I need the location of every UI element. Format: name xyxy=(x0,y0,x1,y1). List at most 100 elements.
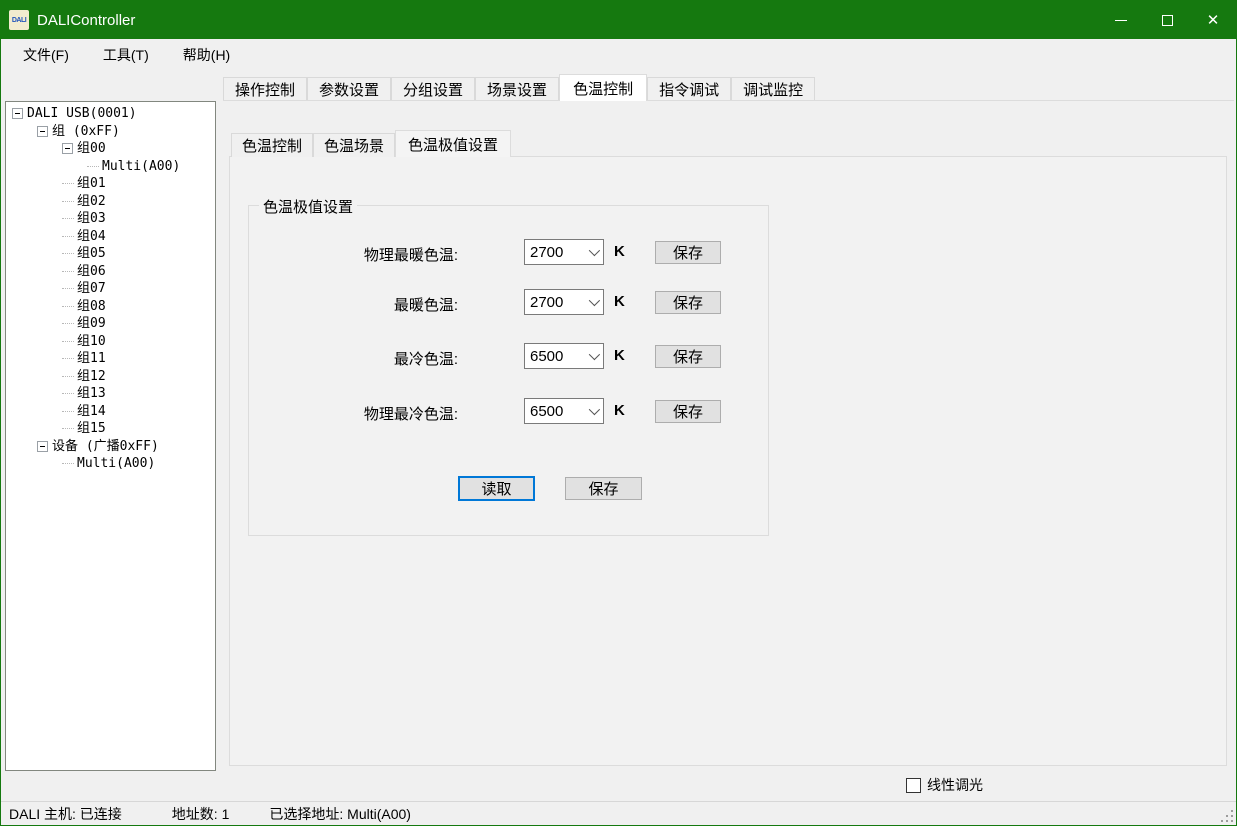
tree-item[interactable]: Multi(A00) xyxy=(6,158,215,176)
dali-controller-window: { "window": { "title": "DALIController",… xyxy=(0,0,1237,826)
chevron-down-icon xyxy=(589,295,600,306)
tree-item-label: 组07 xyxy=(77,280,106,297)
tree-connector xyxy=(62,218,74,219)
minimize-button[interactable] xyxy=(1098,1,1144,39)
tree-item[interactable]: 组14 xyxy=(6,403,215,421)
app-icon: DALI xyxy=(9,10,29,30)
main-tab-page-border xyxy=(223,100,1234,101)
main-tab-0[interactable]: 操作控制 xyxy=(223,77,307,101)
maximize-button[interactable] xyxy=(1144,1,1190,39)
tree-item[interactable]: 组06 xyxy=(6,263,215,281)
color-temp-combobox[interactable]: 6500 xyxy=(524,343,604,369)
sub-tab-strip: 色温控制色温场景色温极值设置 xyxy=(231,130,511,157)
row-label: 最冷色温: xyxy=(249,348,458,369)
menu-item-0[interactable]: 文件(F) xyxy=(11,40,81,70)
row-save-button[interactable]: 保存 xyxy=(655,345,721,368)
sub-tab-2[interactable]: 色温极值设置 xyxy=(395,130,511,157)
form-row: 最暖色温:2700K保存 xyxy=(249,289,768,315)
tree-item-label: 组 (0xFF) xyxy=(52,123,120,140)
tree-item[interactable]: 组03 xyxy=(6,210,215,228)
chevron-down-icon xyxy=(589,245,600,256)
tree-item[interactable]: DALI USB(0001) xyxy=(6,105,215,123)
form-row: 物理最暖色温:2700K保存 xyxy=(249,239,768,265)
window-controls: ✕ xyxy=(1098,1,1236,39)
tree-expander-icon[interactable] xyxy=(62,143,73,154)
tree-item-label: 设备 (广播0xFF) xyxy=(52,438,159,455)
tree-item[interactable]: 组02 xyxy=(6,193,215,211)
chevron-down-icon xyxy=(589,404,600,415)
close-button[interactable]: ✕ xyxy=(1190,1,1236,39)
unit-label: K xyxy=(614,293,625,310)
combobox-value: 6500 xyxy=(530,348,563,365)
tree-connector xyxy=(62,463,74,464)
title-bar: DALI DALIController ✕ xyxy=(1,1,1236,39)
main-tab-6[interactable]: 调试监控 xyxy=(731,77,815,101)
combobox-value: 2700 xyxy=(530,294,563,311)
combobox-value: 2700 xyxy=(530,244,563,261)
tree-item[interactable]: 组 (0xFF) xyxy=(6,123,215,141)
tree-item[interactable]: 组00 xyxy=(6,140,215,158)
menu-item-2[interactable]: 帮助(H) xyxy=(171,40,242,70)
tree-expander-icon[interactable] xyxy=(12,108,23,119)
tree-item[interactable]: Multi(A00) xyxy=(6,455,215,473)
color-temp-combobox[interactable]: 6500 xyxy=(524,398,604,424)
tree-connector xyxy=(87,166,99,167)
unit-label: K xyxy=(614,347,625,364)
tree-item[interactable]: 组11 xyxy=(6,350,215,368)
tree-item-label: 组01 xyxy=(77,175,106,192)
row-save-button[interactable]: 保存 xyxy=(655,400,721,423)
linear-dimming-checkbox[interactable] xyxy=(906,778,921,793)
tree-item[interactable]: 组13 xyxy=(6,385,215,403)
resize-grip[interactable] xyxy=(1220,809,1233,822)
tree-item[interactable]: 组08 xyxy=(6,298,215,316)
tree-connector xyxy=(62,236,74,237)
color-temp-combobox[interactable]: 2700 xyxy=(524,239,604,265)
tree-item[interactable]: 组05 xyxy=(6,245,215,263)
color-temp-combobox[interactable]: 2700 xyxy=(524,289,604,315)
tree-item[interactable]: 组12 xyxy=(6,368,215,386)
color-temp-limits-page: 色温极值设置 物理最暖色温:2700K保存最暖色温:2700K保存最冷色温:65… xyxy=(229,156,1227,766)
sub-tab-1[interactable]: 色温场景 xyxy=(313,133,395,157)
row-save-button[interactable]: 保存 xyxy=(655,241,721,264)
tree-connector xyxy=(62,323,74,324)
tree-item[interactable]: 组09 xyxy=(6,315,215,333)
tree-item[interactable]: 组10 xyxy=(6,333,215,351)
menu-bar: 文件(F) 工具(T) 帮助(H) xyxy=(1,39,1236,71)
main-tab-4[interactable]: 色温控制 xyxy=(559,74,647,101)
linear-dimming-label: 线性调光 xyxy=(927,775,983,795)
tree-item[interactable]: 组01 xyxy=(6,175,215,193)
main-tab-2[interactable]: 分组设置 xyxy=(391,77,475,101)
tree-item[interactable]: 设备 (广播0xFF) xyxy=(6,438,215,456)
row-save-button[interactable]: 保存 xyxy=(655,291,721,314)
sub-tab-0[interactable]: 色温控制 xyxy=(231,133,313,157)
chevron-down-icon xyxy=(589,349,600,360)
tree-connector xyxy=(62,341,74,342)
tree-expander-icon[interactable] xyxy=(37,126,48,137)
main-tab-1[interactable]: 参数设置 xyxy=(307,77,391,101)
tree-connector xyxy=(62,306,74,307)
window-title: DALIController xyxy=(37,12,135,29)
menu-item-1[interactable]: 工具(T) xyxy=(91,40,161,70)
unit-label: K xyxy=(614,243,625,260)
tree-item-label: 组05 xyxy=(77,245,106,262)
status-bar: DALI 主机: 已连接地址数: 1已选择地址: Multi(A00) xyxy=(1,801,1236,825)
tree-item-label: Multi(A00) xyxy=(77,455,155,472)
tree-item[interactable]: 组07 xyxy=(6,280,215,298)
tree-expander-icon[interactable] xyxy=(37,441,48,452)
main-tab-5[interactable]: 指令调试 xyxy=(647,77,731,101)
tree-item-label: 组14 xyxy=(77,403,106,420)
read-button[interactable]: 读取 xyxy=(458,476,535,501)
tree-item-label: 组02 xyxy=(77,193,106,210)
tree-item[interactable]: 组04 xyxy=(6,228,215,246)
save-all-button[interactable]: 保存 xyxy=(565,477,642,500)
tree-item[interactable]: 组15 xyxy=(6,420,215,438)
linear-dimming-option[interactable]: 线性调光 xyxy=(906,775,983,795)
tree-item-label: DALI USB(0001) xyxy=(27,105,137,122)
tree-item-label: 组03 xyxy=(77,210,106,227)
groupbox-title: 色温极值设置 xyxy=(259,196,357,217)
main-tab-strip: 操作控制参数设置分组设置场景设置色温控制指令调试调试监控 xyxy=(223,74,815,101)
tree-item-label: 组08 xyxy=(77,298,106,315)
unit-label: K xyxy=(614,402,625,419)
close-icon: ✕ xyxy=(1207,11,1220,29)
main-tab-3[interactable]: 场景设置 xyxy=(475,77,559,101)
